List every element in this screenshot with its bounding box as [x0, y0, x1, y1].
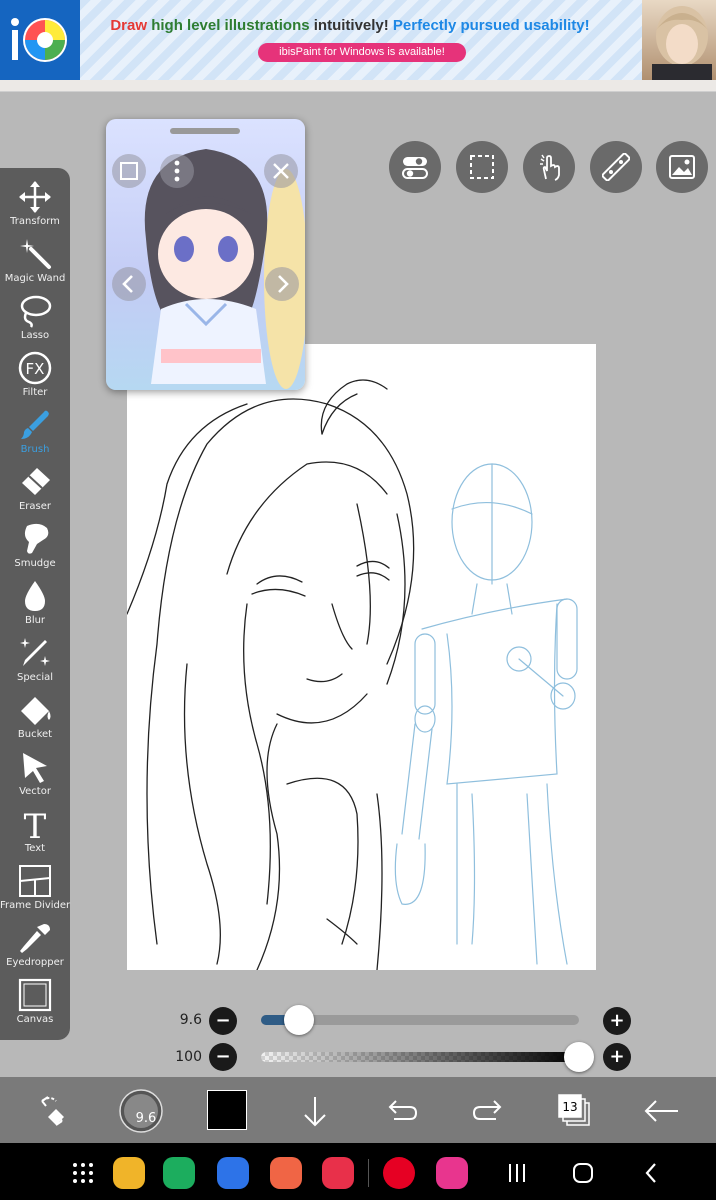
tool-canvas[interactable]: Canvas — [0, 974, 70, 1031]
camera-app-icon[interactable] — [322, 1157, 354, 1189]
brush-size-minus-button[interactable]: − — [209, 1007, 237, 1035]
system-nav-bar — [0, 1143, 716, 1200]
contacts-app-icon[interactable] — [270, 1157, 302, 1189]
down-arrow-icon — [304, 1097, 326, 1127]
ad-divider — [0, 80, 716, 92]
frame-divider-icon — [19, 865, 51, 897]
left-arrow-icon — [644, 1100, 678, 1122]
reference-drag-handle[interactable] — [170, 128, 240, 134]
reference-prev-icon[interactable] — [112, 267, 146, 301]
recent-apps-icon[interactable] — [505, 1161, 529, 1185]
brush-preview-icon: 9.6 — [119, 1089, 163, 1133]
selection-button[interactable] — [456, 141, 508, 193]
opacity-plus-button[interactable]: + — [603, 1043, 631, 1071]
svg-text:T: T — [24, 807, 47, 841]
svg-text:13: 13 — [562, 1100, 577, 1114]
lasso-icon — [20, 295, 52, 328]
messages-app-icon[interactable] — [217, 1157, 249, 1189]
paint-bucket-icon — [21, 697, 51, 725]
tool-bucket[interactable]: Bucket — [0, 689, 70, 746]
reference-more-icon[interactable] — [160, 154, 194, 188]
phone-app-icon[interactable] — [163, 1157, 195, 1189]
swap-tool-button[interactable] — [30, 1089, 74, 1133]
dashed-selection-icon — [470, 155, 494, 179]
nav-divider — [368, 1159, 369, 1187]
redo-button[interactable] — [466, 1089, 510, 1133]
opacity-minus-button[interactable]: − — [209, 1043, 237, 1071]
tool-brush[interactable]: Brush — [0, 404, 70, 461]
eraser-icon — [22, 468, 50, 495]
brush-icon — [21, 410, 49, 439]
toggle-icon — [402, 157, 428, 179]
tool-filter[interactable]: FX Filter — [0, 347, 70, 404]
tool-eraser[interactable]: Eraser — [0, 461, 70, 518]
ad-character-image — [642, 0, 716, 80]
ad-banner[interactable]: Draw high level illustrations intuitivel… — [0, 0, 716, 80]
tool-special[interactable]: Special — [0, 632, 70, 689]
download-button[interactable] — [293, 1089, 337, 1133]
tool-eyedropper[interactable]: Eyedropper — [0, 917, 70, 974]
magic-wand-icon — [20, 239, 51, 269]
ad-headline: Draw high level illustrations intuitivel… — [110, 17, 590, 34]
app-grid-icon[interactable] — [70, 1160, 96, 1186]
ruler-button[interactable] — [590, 141, 642, 193]
reference-image-button[interactable] — [656, 141, 708, 193]
ad-windows-pill[interactable]: ibisPaint for Windows is available! — [258, 43, 466, 62]
tool-vector[interactable]: Vector — [0, 746, 70, 803]
files-app-icon[interactable] — [113, 1157, 145, 1189]
home-icon[interactable] — [570, 1160, 596, 1186]
eyedropper-icon — [20, 924, 50, 953]
svg-text:9.6: 9.6 — [136, 1111, 157, 1126]
svg-text:FX: FX — [26, 360, 45, 378]
vector-cursor-icon — [23, 753, 47, 783]
redo-icon — [472, 1100, 502, 1120]
brush-preview-button[interactable]: 9.6 — [119, 1089, 163, 1133]
flower-app-icon[interactable] — [436, 1157, 468, 1189]
tool-palette: Transform Magic Wand Lasso FX Filter Bru… — [0, 168, 70, 1040]
ibispaint-logo — [0, 0, 80, 80]
pinterest-app-icon[interactable] — [383, 1157, 415, 1189]
fx-icon: FX — [18, 351, 52, 385]
canvas-icon — [18, 978, 52, 1012]
reference-square-button[interactable] — [112, 154, 146, 188]
touch-lock-button[interactable] — [523, 141, 575, 193]
brush-size-thumb[interactable] — [284, 1005, 315, 1035]
swap-eraser-icon — [41, 1096, 64, 1126]
tool-lasso[interactable]: Lasso — [0, 290, 70, 347]
color-swatch-button[interactable] — [207, 1090, 247, 1130]
undo-icon — [388, 1100, 418, 1120]
tool-transform[interactable]: Transform — [0, 176, 70, 233]
image-icon — [669, 155, 695, 179]
tool-blur[interactable]: Blur — [0, 575, 70, 632]
text-icon: T — [24, 807, 47, 841]
undo-button[interactable] — [380, 1089, 424, 1133]
ruler-icon — [602, 153, 630, 181]
reference-next-icon[interactable] — [265, 267, 299, 301]
bottom-toolbar: 9.6 13 — [0, 1077, 716, 1143]
reference-window[interactable] — [106, 119, 305, 390]
layers-button[interactable]: 13 — [553, 1089, 597, 1133]
tool-magic-wand[interactable]: Magic Wand — [0, 233, 70, 290]
reference-close-icon[interactable] — [264, 154, 298, 188]
tool-frame-divider[interactable]: Frame Divider — [0, 860, 70, 917]
droplet-icon — [25, 581, 45, 611]
opacity-track[interactable] — [261, 1052, 579, 1062]
smudge-finger-icon — [24, 523, 49, 554]
opacity-thumb[interactable] — [564, 1042, 594, 1072]
move-arrows-icon — [19, 181, 51, 213]
back-button[interactable] — [640, 1089, 684, 1133]
opacity-value: 100 — [175, 1049, 202, 1065]
tool-smudge[interactable]: Smudge — [0, 518, 70, 575]
layers-icon: 13 — [558, 1094, 590, 1126]
drawing-canvas[interactable] — [127, 344, 596, 970]
system-back-icon[interactable] — [640, 1160, 664, 1186]
special-pen-icon — [20, 638, 50, 666]
toggle-settings-button[interactable] — [389, 141, 441, 193]
hand-touch-icon — [540, 154, 560, 181]
brush-size-plus-button[interactable]: + — [603, 1007, 631, 1035]
tool-text[interactable]: T Text — [0, 803, 70, 860]
brush-size-value: 9.6 — [179, 1012, 202, 1028]
